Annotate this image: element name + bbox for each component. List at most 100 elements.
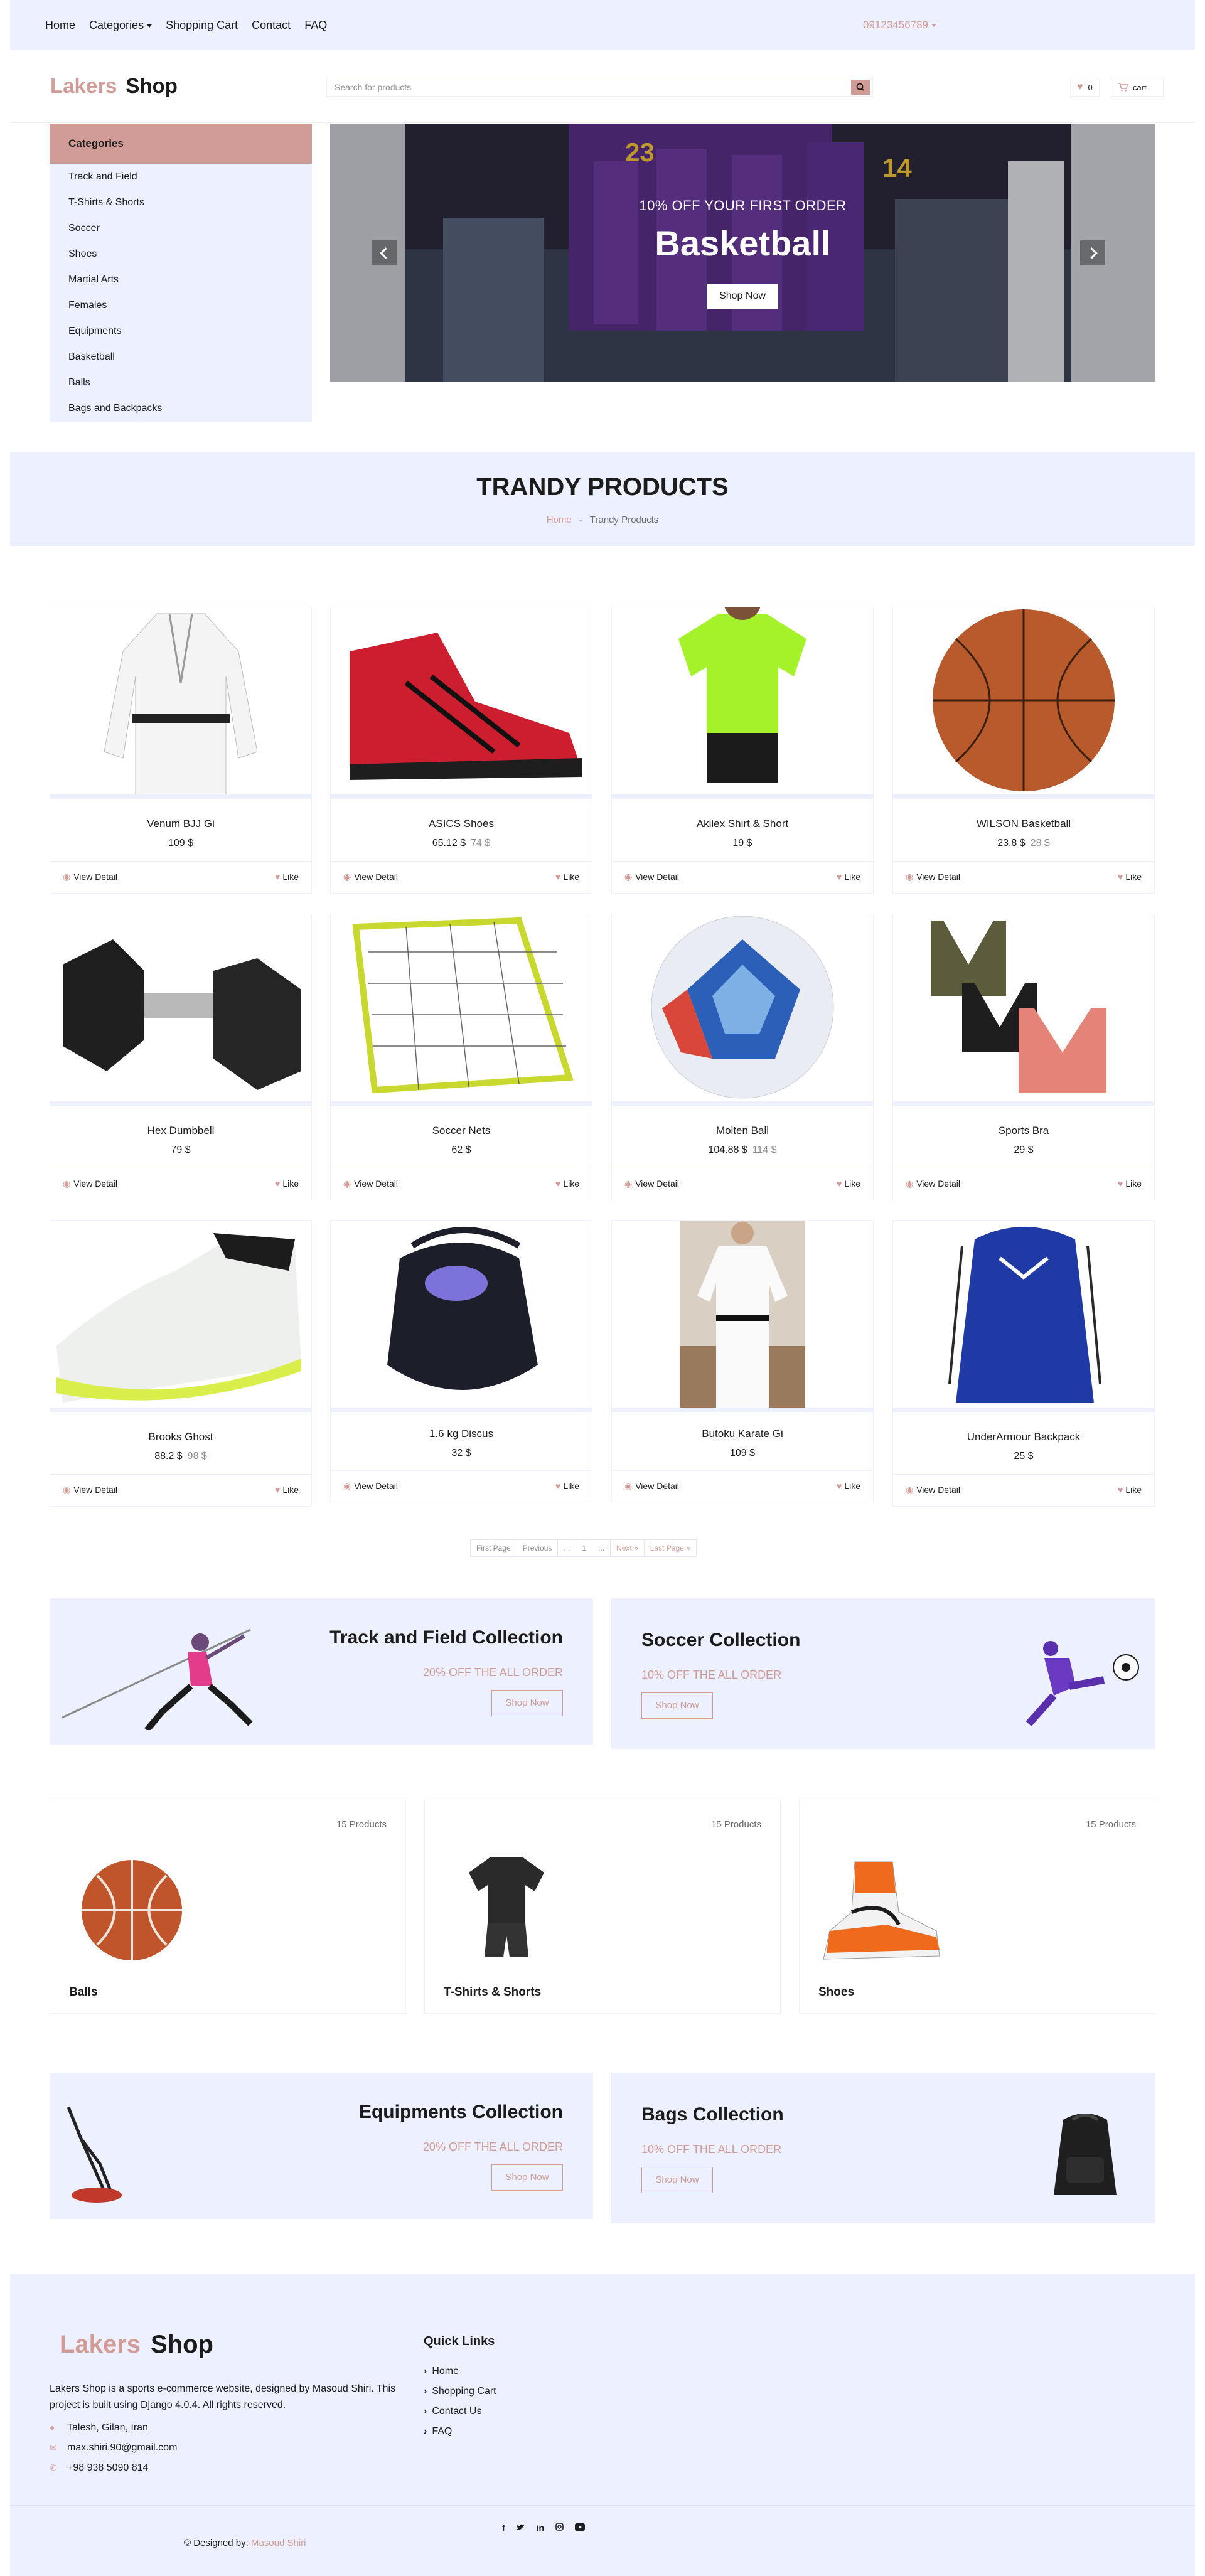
offer-shop-now-button[interactable]: Shop Now <box>641 1692 713 1719</box>
category-card-balls[interactable]: 15 Products Balls <box>50 1800 406 2014</box>
product-name[interactable]: UnderArmour Backpack <box>893 1431 1154 1443</box>
page-last[interactable]: Last Page » <box>643 1539 697 1557</box>
sidebar-item-bags[interactable]: Bags and Backpacks <box>68 403 162 414</box>
nav-faq[interactable]: FAQ <box>304 19 327 32</box>
facebook-icon[interactable]: f <box>502 2523 505 2533</box>
product-name[interactable]: Brooks Ghost <box>50 1431 311 1443</box>
categories-header[interactable]: Categories <box>50 124 312 164</box>
view-detail-button[interactable]: ◉ View Detail <box>906 872 960 882</box>
view-detail-button[interactable]: ◉ View Detail <box>906 1178 960 1189</box>
like-button[interactable]: ♥ Like <box>837 1178 860 1189</box>
carousel-next-icon[interactable] <box>1080 240 1105 265</box>
view-detail-button[interactable]: ◉ View Detail <box>343 1178 398 1189</box>
product-image[interactable] <box>612 914 873 1101</box>
page-first[interactable]: First Page <box>470 1539 517 1557</box>
site-logo[interactable]: Lakers Shop <box>50 74 178 98</box>
product-card[interactable]: Molten Ball 104.88 $ 114 $ ◉ View Detail ♥… <box>611 914 874 1200</box>
product-image[interactable] <box>893 1221 1154 1408</box>
product-image[interactable] <box>612 1221 873 1408</box>
product-image[interactable] <box>50 1221 311 1408</box>
product-name[interactable]: 1.6 kg Discus <box>331 1428 592 1440</box>
product-name[interactable]: Hex Dumbbell <box>50 1125 311 1137</box>
like-button[interactable]: ♥ Like <box>837 872 860 882</box>
product-card[interactable]: Hex Dumbbell 79 $ ◉ View Detail ♥ Like <box>50 914 312 1200</box>
sidebar-item-tshirts-shorts[interactable]: T-Shirts & Shorts <box>68 197 144 208</box>
product-image[interactable] <box>331 1221 592 1408</box>
product-name[interactable]: Molten Ball <box>612 1125 873 1137</box>
breadcrumb-home[interactable]: Home <box>547 515 572 525</box>
designer-link[interactable]: Masoud Shiri <box>251 2538 306 2548</box>
view-detail-button[interactable]: ◉ View Detail <box>343 1481 398 1492</box>
like-button[interactable]: ♥ Like <box>1118 872 1142 882</box>
view-detail-button[interactable]: ◉ View Detail <box>624 1178 679 1189</box>
product-name[interactable]: WILSON Basketball <box>893 818 1154 830</box>
like-button[interactable]: ♥ Like <box>1118 1178 1142 1189</box>
youtube-icon[interactable] <box>575 2523 586 2533</box>
product-image[interactable] <box>50 607 311 794</box>
product-name[interactable]: ASICS Shoes <box>331 818 592 830</box>
product-card[interactable]: WILSON Basketball 23.8 $ 28 $ ◉ View Detai… <box>892 607 1155 894</box>
product-card[interactable]: 1.6 kg Discus 32 $ ◉ View Detail ♥ Like <box>330 1220 592 1502</box>
like-button[interactable]: ♥ Like <box>275 872 299 882</box>
like-button[interactable]: ♥ Like <box>275 1485 299 1495</box>
category-card-tshirts-shorts[interactable]: 15 Products T-Shirts & Shorts <box>424 1800 781 2014</box>
product-card[interactable]: Sports Bra 29 $ ◉ View Detail ♥ Like <box>892 914 1155 1200</box>
sidebar-item-females[interactable]: Females <box>68 300 107 311</box>
footer-link-contact-us[interactable]: › Contact Us <box>424 2406 481 2417</box>
product-card[interactable]: Butoku Karate Gi 109 $ ◉ View Detail ♥ Lik… <box>611 1220 874 1502</box>
sidebar-item-balls[interactable]: Balls <box>68 377 90 388</box>
like-button[interactable]: ♥ Like <box>555 872 579 882</box>
nav-shopping-cart[interactable]: Shopping Cart <box>166 19 238 32</box>
product-card[interactable]: UnderArmour Backpack 25 $ ◉ View Detail ♥… <box>892 1220 1155 1507</box>
offer-shop-now-button[interactable]: Shop Now <box>641 2167 713 2193</box>
nav-contact[interactable]: Contact <box>252 19 291 32</box>
view-detail-button[interactable]: ◉ View Detail <box>906 1485 960 1495</box>
product-card[interactable]: Akilex Shirt & Short 19 $ ◉ View Detail ♥… <box>611 607 874 894</box>
sidebar-item-equipments[interactable]: Equipments <box>68 326 122 337</box>
product-name[interactable]: Sports Bra <box>893 1125 1154 1137</box>
product-name[interactable]: Akilex Shirt & Short <box>612 818 873 830</box>
category-card-shoes[interactable]: 15 Products Shoes <box>799 1800 1155 2014</box>
offer-shop-now-button[interactable]: Shop Now <box>491 2164 563 2191</box>
page-current[interactable]: 1 <box>576 1539 593 1557</box>
product-name[interactable]: Soccer Nets <box>331 1125 592 1137</box>
product-image[interactable] <box>331 607 592 794</box>
product-image[interactable] <box>50 914 311 1101</box>
like-button[interactable]: ♥ Like <box>555 1178 579 1189</box>
search-input[interactable]: Search for products <box>326 77 873 97</box>
banner-shop-now-button[interactable]: Shop Now <box>707 284 778 309</box>
sidebar-item-martial-arts[interactable]: Martial Arts <box>68 274 119 286</box>
view-detail-button[interactable]: ◉ View Detail <box>343 872 398 882</box>
product-name[interactable]: Venum BJJ Gi <box>50 818 311 830</box>
view-detail-button[interactable]: ◉ View Detail <box>624 1481 679 1492</box>
footer-link-home[interactable]: › Home <box>424 2366 459 2377</box>
product-image[interactable] <box>331 914 592 1101</box>
instagram-icon[interactable] <box>555 2523 564 2533</box>
view-detail-button[interactable]: ◉ View Detail <box>624 872 679 882</box>
page-previous[interactable]: Previous <box>516 1539 559 1557</box>
footer-link-shopping-cart[interactable]: › Shopping Cart <box>424 2386 496 2397</box>
cart-button[interactable]: cart <box>1111 78 1164 97</box>
product-image[interactable] <box>893 607 1154 794</box>
nav-home[interactable]: Home <box>45 19 75 32</box>
offer-shop-now-button[interactable]: Shop Now <box>491 1690 563 1716</box>
twitter-icon[interactable] <box>516 2523 525 2533</box>
sidebar-item-shoes[interactable]: Shoes <box>68 249 97 260</box>
view-detail-button[interactable]: ◉ View Detail <box>63 872 117 882</box>
page-next[interactable]: Next » <box>610 1539 645 1557</box>
phone-dropdown[interactable]: 09123456789 <box>863 19 937 31</box>
wishlist-button[interactable]: ♥ 0 <box>1070 78 1100 97</box>
view-detail-button[interactable]: ◉ View Detail <box>63 1485 117 1495</box>
like-button[interactable]: ♥ Like <box>275 1178 299 1189</box>
product-card[interactable]: ASICS Shoes 65.12 $ 74 $ ◉ View Detail ♥ Li… <box>330 607 592 894</box>
search-button[interactable] <box>851 80 870 95</box>
product-card[interactable]: Venum BJJ Gi 109 $ ◉ View Detail ♥ Like <box>50 607 312 894</box>
product-image[interactable] <box>893 914 1154 1101</box>
linkedin-icon[interactable]: in <box>537 2523 544 2533</box>
product-card[interactable]: Soccer Nets 62 $ ◉ View Detail ♥ Like <box>330 914 592 1200</box>
sidebar-item-track-and-field[interactable]: Track and Field <box>68 171 137 183</box>
carousel-prev-icon[interactable] <box>372 240 397 265</box>
like-button[interactable]: ♥ Like <box>555 1481 579 1491</box>
like-button[interactable]: ♥ Like <box>837 1481 860 1491</box>
nav-categories[interactable]: Categories <box>89 19 153 32</box>
